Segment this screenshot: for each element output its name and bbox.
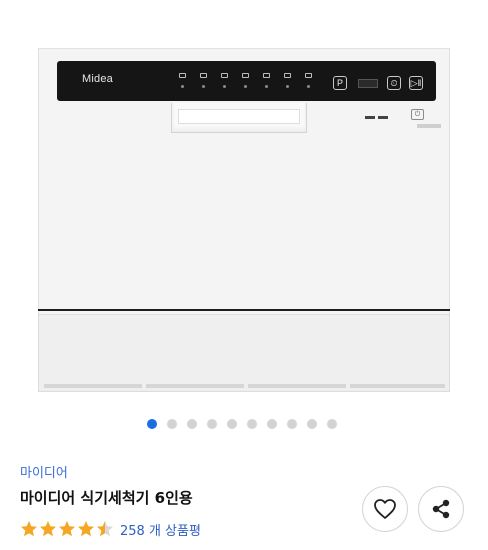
delay-button: ⏲ [387, 76, 401, 90]
program-indicator [265, 85, 268, 88]
carousel-dot[interactable] [307, 419, 317, 429]
indicator-lights [365, 104, 395, 119]
model-label [417, 124, 441, 128]
star-icon [78, 521, 94, 537]
carousel-dot[interactable] [327, 419, 337, 429]
program-indicator [286, 85, 289, 88]
foot [248, 384, 346, 388]
dishwasher-control-panel: Midea P ⏲ ▷‖ [57, 61, 436, 101]
brand-link[interactable]: 마이디어 [20, 462, 68, 481]
foot [146, 384, 244, 388]
power-button-icon: ⏻ [411, 109, 424, 120]
program-icon [200, 73, 207, 78]
program-icon [179, 73, 186, 78]
door-handle [171, 103, 307, 133]
program-icon [242, 73, 249, 78]
carousel-dots [0, 418, 488, 430]
product-image[interactable]: Midea P ⏲ ▷‖ ⏻ [0, 0, 488, 410]
wishlist-button[interactable] [362, 486, 408, 532]
foot [44, 384, 142, 388]
carousel-dot[interactable] [267, 419, 277, 429]
program-indicator [202, 85, 205, 88]
foot [350, 384, 445, 388]
program-icon [305, 73, 312, 78]
product-title: 마이디어 식기세척기 6인용 [20, 489, 193, 507]
kick-plate [38, 314, 450, 392]
carousel-dot[interactable] [247, 419, 257, 429]
star-icon [59, 521, 75, 537]
carousel-dot[interactable] [287, 419, 297, 429]
share-button[interactable] [418, 486, 464, 532]
star-icon [97, 521, 113, 537]
star-icon [40, 521, 56, 537]
carousel-dot[interactable] [207, 419, 217, 429]
program-button: P [333, 76, 347, 90]
program-indicator [307, 85, 310, 88]
rating-row[interactable]: 258 개 상품평 [20, 518, 201, 540]
start-button: ▷‖ [409, 76, 423, 90]
program-icon [284, 73, 291, 78]
carousel-dot[interactable] [167, 419, 177, 429]
star-rating [20, 520, 115, 538]
door-seam [38, 309, 450, 311]
heart-icon [374, 499, 396, 519]
star-icon [21, 521, 37, 537]
carousel-dot[interactable] [227, 419, 237, 429]
carousel-dot[interactable] [187, 419, 197, 429]
program-icon [221, 73, 228, 78]
program-icon [263, 73, 270, 78]
time-display [358, 79, 378, 88]
appliance-logo: Midea [82, 73, 113, 85]
carousel-dot-active[interactable] [147, 419, 157, 429]
share-icon [432, 499, 450, 519]
program-indicator [181, 85, 184, 88]
review-count[interactable]: 258 개 상품평 [120, 520, 201, 539]
program-indicator [244, 85, 247, 88]
program-indicator [223, 85, 226, 88]
